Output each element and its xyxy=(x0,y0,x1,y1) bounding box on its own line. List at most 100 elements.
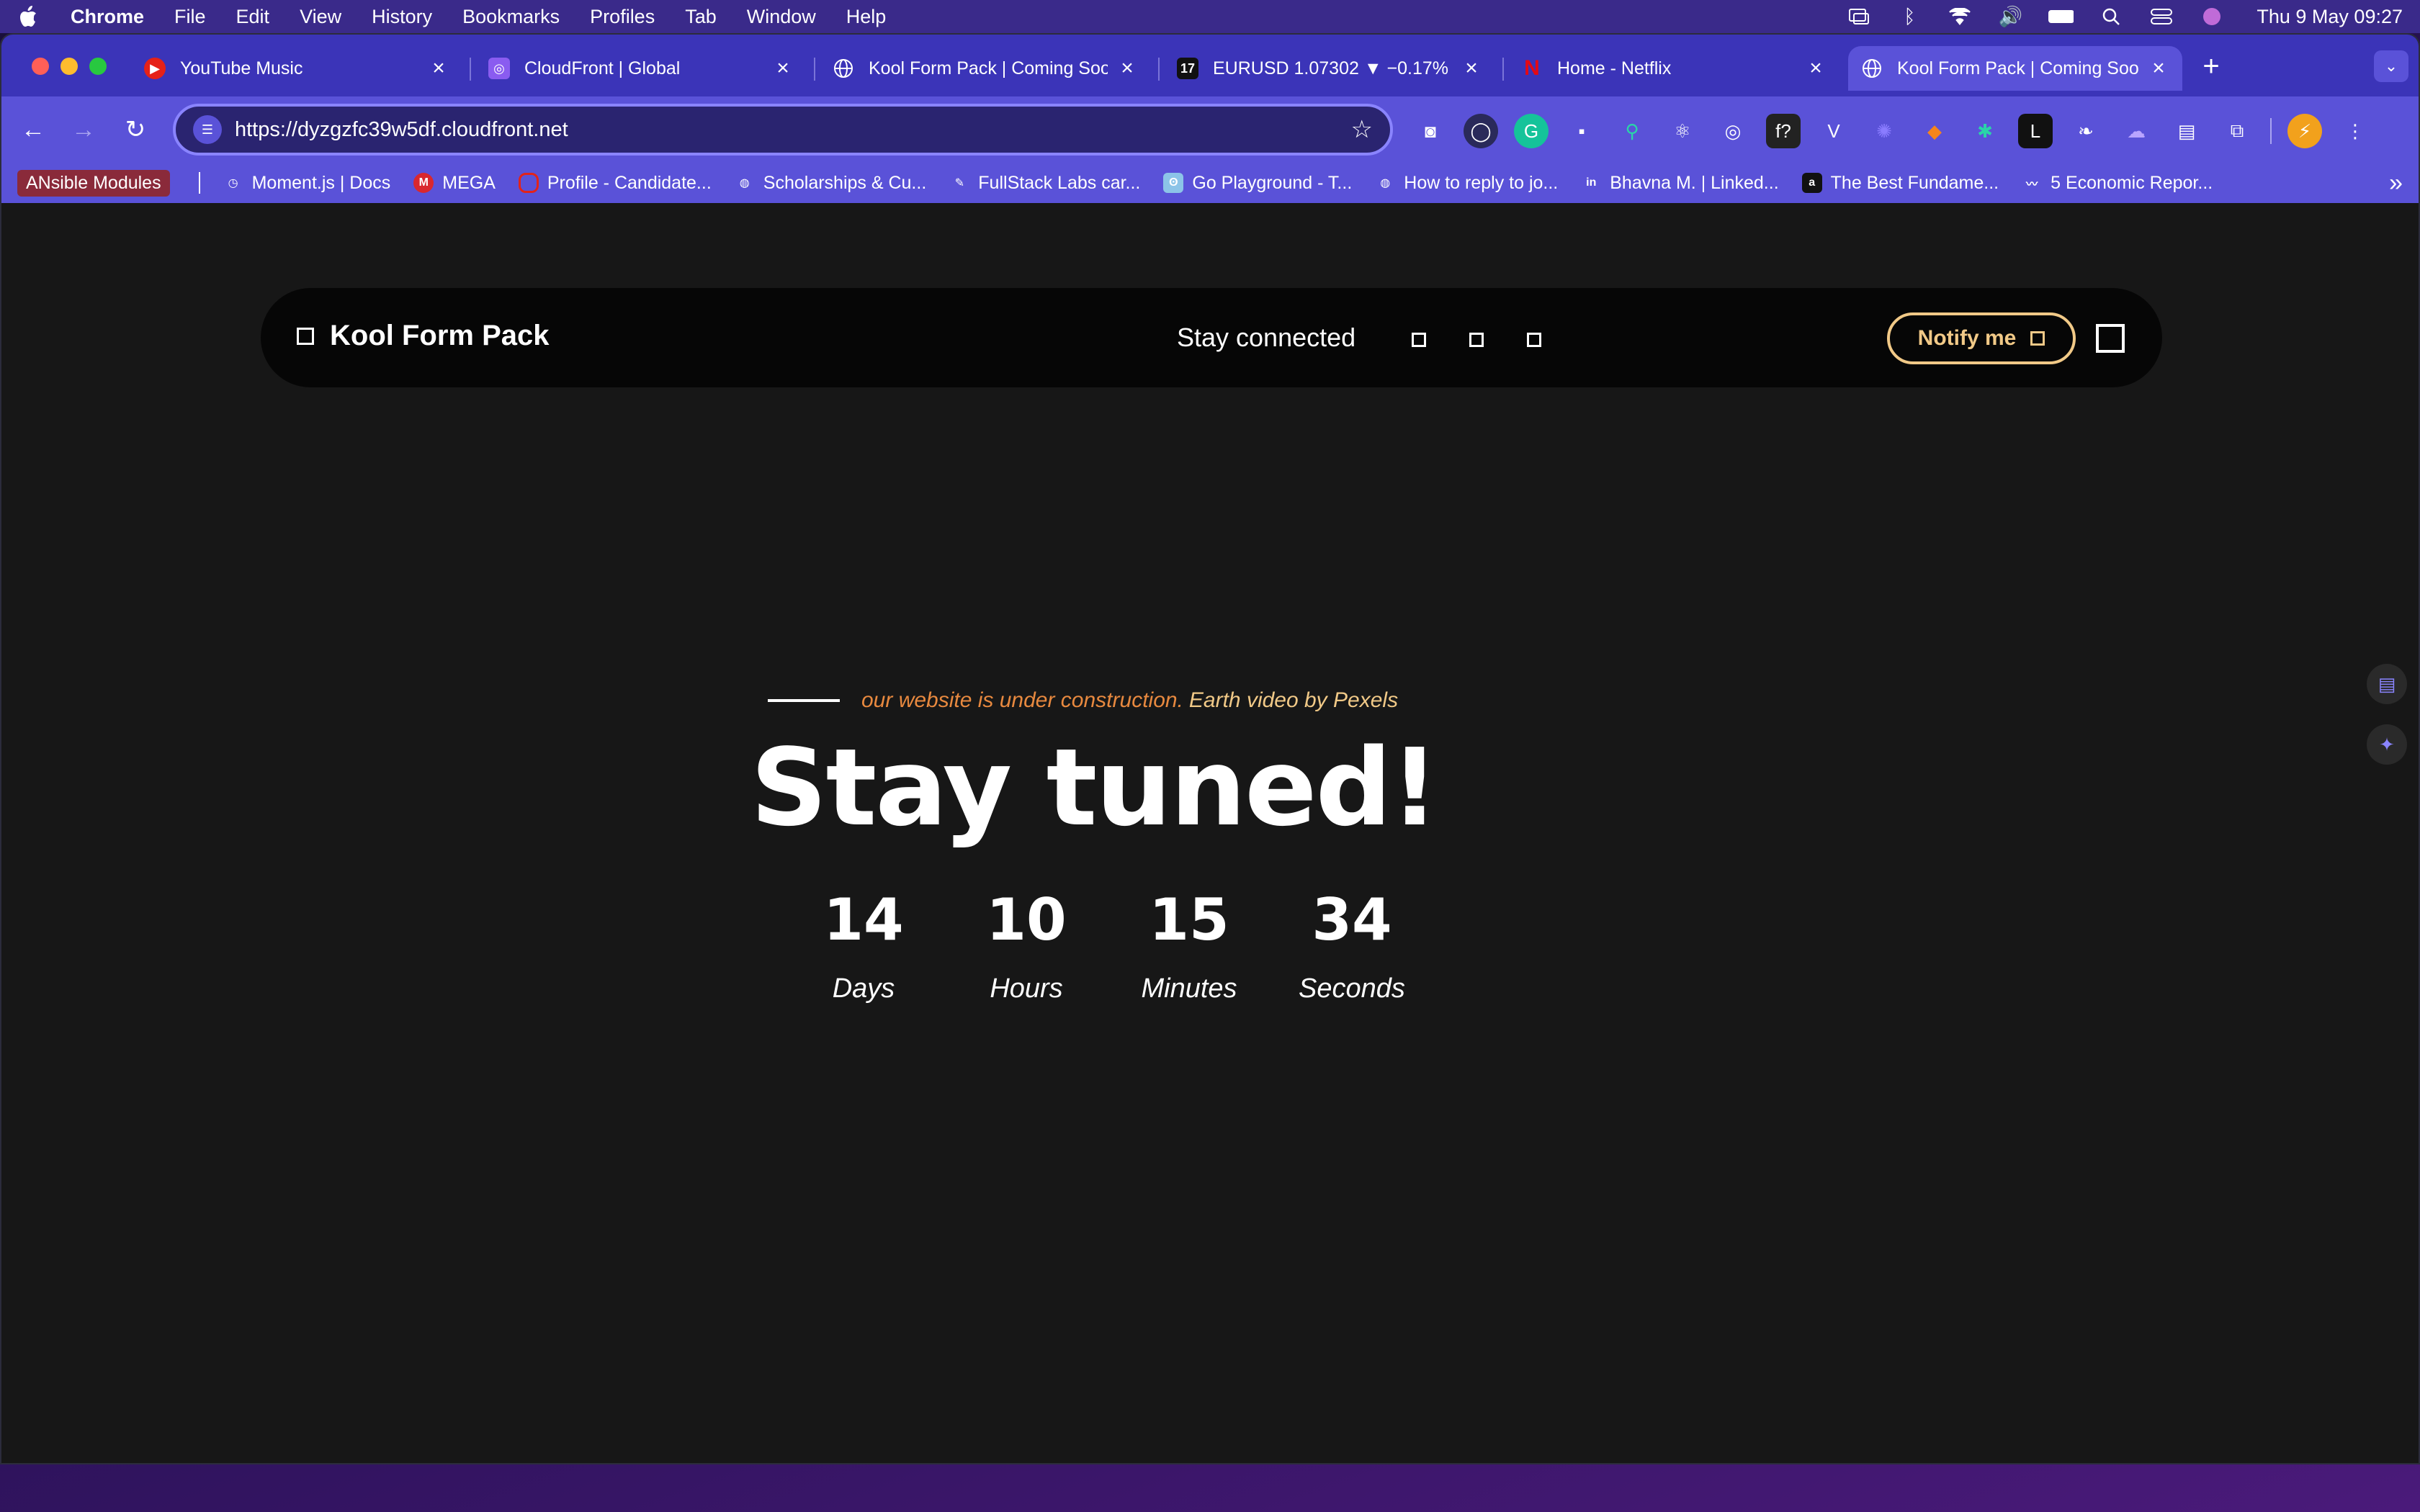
tab-cloudfront[interactable]: ◎ CloudFront | Global × xyxy=(475,46,807,91)
linkedin-icon: in xyxy=(1586,176,1597,189)
apple-logo-icon[interactable] xyxy=(17,4,39,29)
control-center-icon[interactable] xyxy=(2148,6,2174,27)
menu-file[interactable]: File xyxy=(174,6,206,28)
l-extension-icon[interactable]: L xyxy=(2018,114,2053,148)
bookmark-best-fundamentals[interactable]: a The Best Fundame... xyxy=(1801,172,1999,194)
reading-list-icon[interactable]: ▤ xyxy=(2367,664,2407,704)
battery-icon[interactable] xyxy=(2048,6,2074,27)
tab-netflix[interactable]: N Home - Netflix × xyxy=(1508,46,1839,91)
countdown-label: Seconds xyxy=(1299,973,1405,1004)
profile-avatar[interactable]: ⚡ xyxy=(2287,114,2322,148)
close-window-button[interactable] xyxy=(32,58,49,75)
close-tab-icon[interactable]: × xyxy=(772,56,794,81)
social-link-3-icon[interactable] xyxy=(1527,333,1541,347)
tab-kool-form-pack-1[interactable]: Kool Form Pack | Coming Soon × xyxy=(820,46,1151,91)
wifi-icon[interactable] xyxy=(1947,6,1973,27)
menubar-clock[interactable]: Thu 9 May 09:27 xyxy=(2257,6,2403,28)
screen-mirroring-icon[interactable] xyxy=(1846,6,1872,27)
bookmark-how-to-reply[interactable]: ◍ How to reply to jo... xyxy=(1375,173,1558,194)
back-icon[interactable]: ← xyxy=(17,114,49,145)
menu-history[interactable]: History xyxy=(372,6,432,28)
close-tab-icon[interactable]: × xyxy=(1116,56,1138,81)
window-controls xyxy=(32,58,107,75)
bookmark-profile-candidate[interactable]: Profile - Candidate... xyxy=(518,172,712,194)
notify-me-button[interactable]: Notify me xyxy=(1887,312,2076,364)
bookmark-fullstack-labs[interactable]: ✎ FullStack Labs car... xyxy=(949,173,1141,194)
menu-toggle-icon[interactable] xyxy=(2096,324,2125,353)
ai-sparkle-icon[interactable]: ✦ xyxy=(2367,724,2407,765)
tab-search-button[interactable]: ⌄ xyxy=(2374,50,2408,82)
spotlight-search-icon[interactable] xyxy=(2098,6,2124,27)
leaf-extension-icon[interactable]: ❧ xyxy=(2069,114,2103,148)
bookmark-mega[interactable]: M MEGA xyxy=(413,173,496,194)
page-viewport: Kool Form Pack Stay connected Notify me … xyxy=(1,203,2419,1463)
social-link-2-icon[interactable] xyxy=(1469,333,1484,347)
function-extension-icon[interactable]: f? xyxy=(1766,114,1801,148)
volume-icon[interactable]: 🔊 xyxy=(1997,6,2023,27)
cloud-extension-icon[interactable]: ☁ xyxy=(2119,114,2154,148)
bookmark-go-playground[interactable]: ʘ Go Playground - T... xyxy=(1163,173,1352,194)
siri-icon[interactable] xyxy=(2199,6,2225,27)
social-link-1-icon[interactable] xyxy=(1412,333,1426,347)
chrome-menu-icon[interactable]: ⋮ xyxy=(2338,114,2372,148)
extensions-puzzle-icon[interactable]: ⧉ xyxy=(2220,114,2254,148)
stay-connected-label: Stay connected xyxy=(1177,323,1356,352)
menu-tab[interactable]: Tab xyxy=(685,6,717,28)
menu-profiles[interactable]: Profiles xyxy=(590,6,655,28)
menu-edit[interactable]: Edit xyxy=(236,6,270,28)
bluetooth-icon[interactable]: ᛒ xyxy=(1896,6,1922,27)
tab-separator xyxy=(470,58,471,81)
bird-extension-icon[interactable]: ⚲ xyxy=(1615,114,1649,148)
new-tab-button[interactable]: + xyxy=(2197,50,2226,83)
menu-bookmarks[interactable]: Bookmarks xyxy=(462,6,560,28)
camera-extension-icon[interactable]: ◙ xyxy=(1413,114,1448,148)
globe-icon xyxy=(833,58,854,79)
social-links xyxy=(1412,333,1541,347)
bookmark-scholarships[interactable]: ◍ Scholarships & Cu... xyxy=(735,173,926,194)
zoom-window-button[interactable] xyxy=(89,58,107,75)
bookmark-economic-reports[interactable]: 〰 5 Economic Repor... xyxy=(2022,173,2213,194)
tab-eurusd[interactable]: 17 EURUSD 1.07302 ▼ −0.17% U × xyxy=(1164,46,1495,91)
bookmark-label: Go Playground - T... xyxy=(1192,172,1353,193)
close-tab-icon[interactable]: × xyxy=(428,56,449,81)
wallet-extension-icon[interactable]: ▤ xyxy=(2169,114,2204,148)
target-extension-icon[interactable]: ◎ xyxy=(1716,114,1750,148)
more-bookmarks-icon[interactable]: » xyxy=(2389,169,2403,197)
bookmark-star-icon[interactable]: ☆ xyxy=(1351,115,1373,144)
tab-youtube-music[interactable]: ▶ YouTube Music × xyxy=(131,46,462,91)
countdown-minutes: 15 Minutes xyxy=(1108,891,1270,1004)
forward-icon[interactable]: → xyxy=(68,114,99,145)
menu-window[interactable]: Window xyxy=(747,6,816,28)
tab-separator xyxy=(1502,58,1504,81)
bookmark-ansible-modules[interactable]: ANsible Modules xyxy=(17,169,170,197)
url-text[interactable]: https://dyzgzfc39w5df.cloudfront.net xyxy=(235,118,568,142)
menu-view[interactable]: View xyxy=(300,6,341,28)
video-credit-link[interactable]: Earth video by Pexels xyxy=(1189,688,1398,713)
close-tab-icon[interactable]: × xyxy=(1461,56,1482,81)
menu-app-name[interactable]: Chrome xyxy=(71,6,144,28)
react-devtools-icon[interactable]: ⚛ xyxy=(1665,114,1700,148)
site-info-icon[interactable]: ☰ xyxy=(193,115,222,144)
tab-title: Kool Form Pack | Coming Soon xyxy=(869,58,1108,78)
clock-icon: ◷ xyxy=(228,177,238,189)
menu-help[interactable]: Help xyxy=(846,6,887,28)
minimize-window-button[interactable] xyxy=(60,58,78,75)
grammarly-icon[interactable]: G xyxy=(1514,114,1549,148)
reload-icon[interactable]: ↻ xyxy=(120,114,151,145)
bookmark-label: The Best Fundame... xyxy=(1830,172,1999,193)
address-bar[interactable]: ☰ https://dyzgzfc39w5df.cloudfront.net ☆ xyxy=(173,104,1393,156)
circle-extension-icon[interactable]: ◯ xyxy=(1464,114,1498,148)
site-logo[interactable]: Kool Form Pack xyxy=(297,320,550,352)
bookmark-momentjs[interactable]: ◷ Moment.js | Docs xyxy=(223,173,391,194)
puzzle-blue-extension-icon[interactable]: ▪ xyxy=(1564,114,1599,148)
metamask-icon[interactable]: ◆ xyxy=(1917,114,1952,148)
star-burst-extension-icon[interactable]: ✺ xyxy=(1867,114,1901,148)
bookmark-label: Profile - Candidate... xyxy=(547,172,712,193)
vue-devtools-icon[interactable]: V xyxy=(1816,114,1851,148)
close-tab-icon[interactable]: × xyxy=(2148,56,2169,81)
countdown-label: Hours xyxy=(990,973,1063,1004)
close-tab-icon[interactable]: × xyxy=(1805,56,1827,81)
asterisk-extension-icon[interactable]: ✱ xyxy=(1968,114,2002,148)
bookmark-linkedin[interactable]: in Bhavna M. | Linked... xyxy=(1581,173,1779,194)
tab-kool-form-pack-active[interactable]: Kool Form Pack | Coming Soon × xyxy=(1848,46,2182,91)
